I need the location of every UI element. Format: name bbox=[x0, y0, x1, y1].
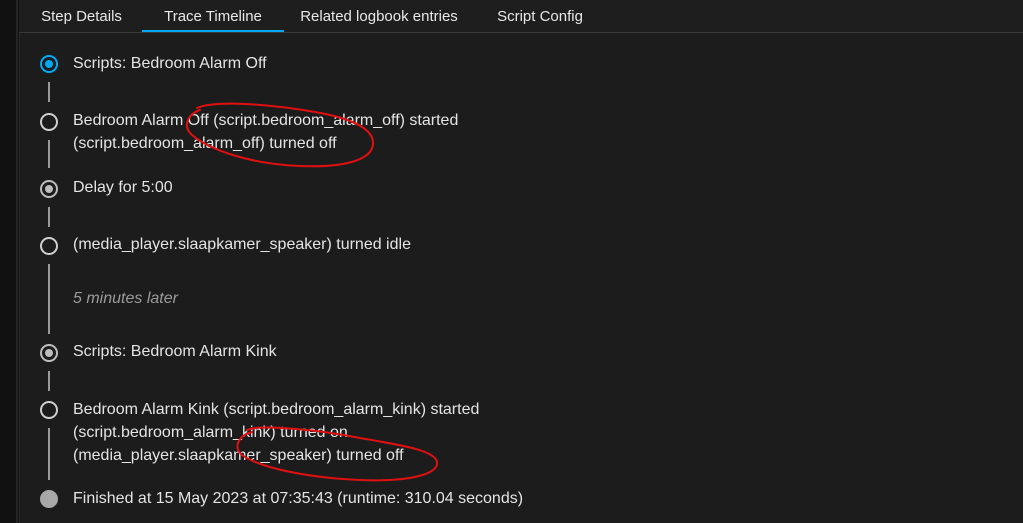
tab-script-config[interactable]: Script Config bbox=[474, 0, 606, 32]
timeline-entry-text: (media_player.slaapkamer_speaker) turned… bbox=[73, 447, 404, 464]
tab-trace-timeline[interactable]: Trace Timeline bbox=[142, 0, 284, 32]
sidebar-rail bbox=[16, 0, 18, 523]
timeline-connector bbox=[48, 82, 50, 102]
timeline-entry-text: (script.bedroom_alarm_kink) turned on bbox=[73, 424, 348, 441]
timeline-entry-text: (media_player.slaapkamer_speaker) turned… bbox=[73, 236, 411, 253]
timeline-entry-text: Bedroom Alarm Off (script.bedroom_alarm_… bbox=[73, 112, 459, 129]
timeline-entry-text: (script.bedroom_alarm_off) turned off bbox=[73, 135, 337, 152]
timeline-gap-label: 5 minutes later bbox=[73, 290, 178, 307]
tab-bar: Step Details Trace Timeline Related logb… bbox=[19, 0, 1023, 33]
timeline-finished-text: Finished at 15 May 2023 at 07:35:43 (run… bbox=[73, 490, 524, 507]
tab-step-details[interactable]: Step Details bbox=[19, 0, 144, 32]
timeline-node-step[interactable] bbox=[40, 180, 58, 198]
timeline-entry-text: Delay for 5:00 bbox=[73, 179, 173, 196]
timeline-node-event[interactable] bbox=[40, 401, 58, 419]
timeline-connector bbox=[48, 264, 50, 334]
timeline-node-trigger[interactable] bbox=[40, 55, 58, 73]
timeline-node-event[interactable] bbox=[40, 113, 58, 131]
timeline-node-finished bbox=[40, 490, 58, 508]
timeline-entry-text: Bedroom Alarm Kink (script.bedroom_alarm… bbox=[73, 401, 480, 418]
timeline-entry-text: Scripts: Bedroom Alarm Off bbox=[73, 55, 267, 72]
timeline-connector bbox=[48, 371, 50, 391]
timeline-connector bbox=[48, 207, 50, 227]
left-sidebar bbox=[0, 0, 20, 523]
timeline-node-step[interactable] bbox=[40, 344, 58, 362]
tab-related-logbook-entries[interactable]: Related logbook entries bbox=[284, 0, 474, 32]
timeline-node-event[interactable] bbox=[40, 237, 58, 255]
timeline-connector bbox=[48, 140, 50, 168]
timeline-connector bbox=[48, 428, 50, 480]
timeline-entry-text: Scripts: Bedroom Alarm Kink bbox=[73, 343, 277, 360]
